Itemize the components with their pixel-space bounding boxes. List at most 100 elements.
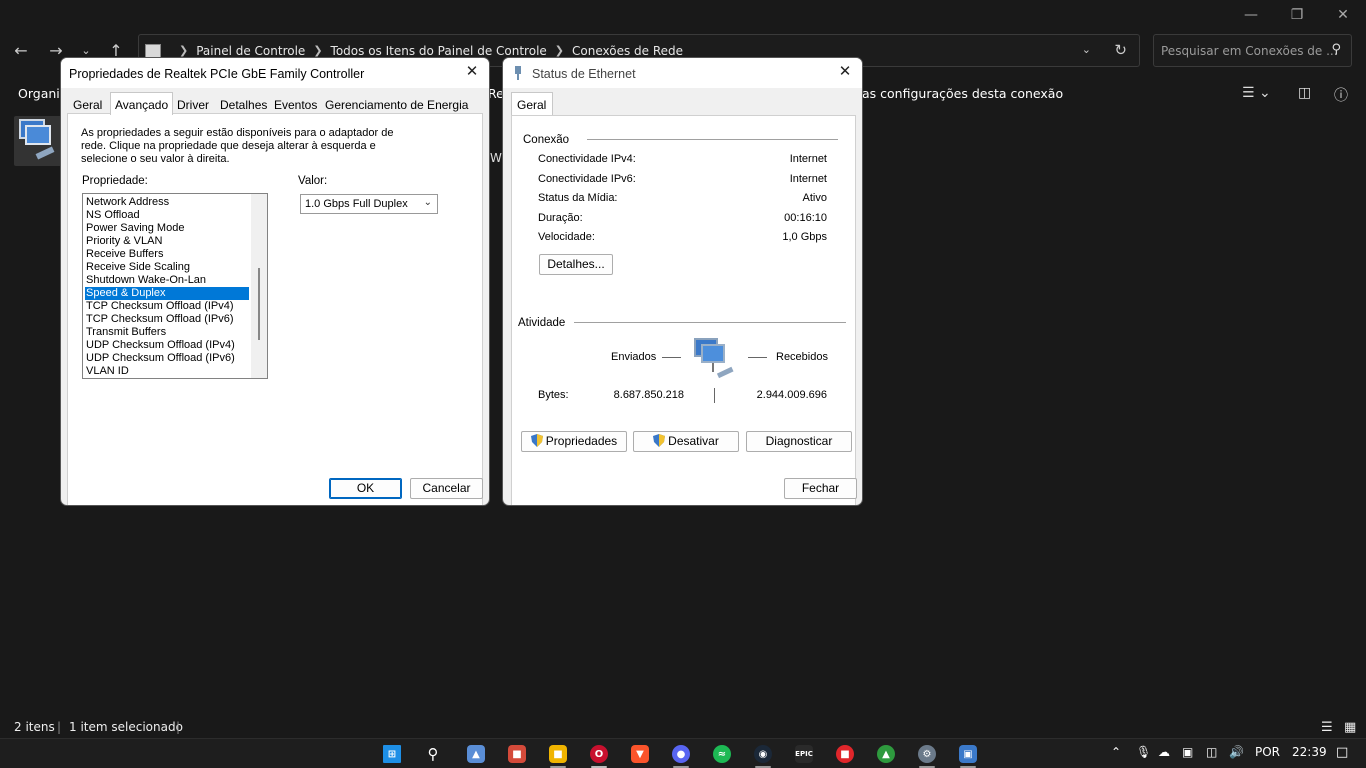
help-icon[interactable]: ⓘ xyxy=(1334,85,1348,105)
list-item[interactable]: Transmit Buffers xyxy=(85,326,249,339)
selection-count: 1 item selecionado xyxy=(69,720,183,734)
adapter-properties-dialog: Propriedades de Realtek PCIe GbE Family … xyxy=(60,57,490,506)
ok-button[interactable]: OK xyxy=(329,478,402,499)
tab-details[interactable]: Detalhes xyxy=(216,95,271,114)
steam-icon[interactable]: ◉ xyxy=(754,745,772,763)
media-status-value: Ativo xyxy=(802,192,827,204)
tab-driver[interactable]: Driver xyxy=(173,95,213,114)
search-input[interactable]: Pesquisar em Conexões de ... ⚲ xyxy=(1153,34,1352,67)
battery-icon[interactable]: ▣ xyxy=(1182,745,1193,759)
tray-overflow-chevron-icon[interactable]: ⌃ xyxy=(1111,745,1121,759)
properties-button-label: Propriedades xyxy=(545,434,618,448)
notification-icon[interactable]: □ xyxy=(1336,745,1348,760)
value-dropdown[interactable]: 1.0 Gbps Full Duplex ⌄ xyxy=(300,194,438,214)
tab-advanced[interactable]: Avançado xyxy=(110,92,174,115)
tab-events[interactable]: Eventos xyxy=(270,95,321,114)
green-app-icon[interactable]: ▲ xyxy=(877,745,895,763)
list-item[interactable]: Priority & VLAN xyxy=(85,235,249,248)
ethernet-plug-icon xyxy=(514,66,522,80)
details-button[interactable]: Detalhes... xyxy=(539,254,613,275)
description-text: As propriedades a seguir estão disponíve… xyxy=(81,127,394,165)
close-button[interactable]: Fechar xyxy=(784,478,857,499)
list-item[interactable]: Power Saving Mode xyxy=(85,222,249,235)
list-item[interactable]: TCP Checksum Offload (IPv6) xyxy=(85,313,249,326)
refresh-icon[interactable]: ↻ xyxy=(1114,41,1127,59)
connection-group-label: Conexão xyxy=(523,134,570,146)
cube-app-icon[interactable]: ■ xyxy=(508,745,526,763)
list-item[interactable]: TCP Checksum Offload (IPv4) xyxy=(85,300,249,313)
list-item[interactable]: Receive Side Scaling xyxy=(85,261,249,274)
list-item[interactable]: NS Offload xyxy=(85,209,249,222)
bytes-sent-value: 8.687.850.218 xyxy=(613,389,684,401)
file-explorer-icon[interactable]: ■ xyxy=(549,745,567,763)
shield-icon xyxy=(653,434,666,447)
ethernet-status-dialog: Status de Ethernet ✕ Geral Conexão Conec… xyxy=(502,57,863,506)
back-arrow-icon[interactable]: ← xyxy=(9,40,33,62)
tiles-view-icon[interactable]: ▦ xyxy=(1344,720,1356,735)
shield-icon xyxy=(530,434,543,447)
explorer-status-bar: 2 itens | 1 item selecionado | ☰ ▦ xyxy=(0,716,1366,738)
epic-games-icon[interactable]: EPIC xyxy=(795,745,813,763)
list-item-selected[interactable]: Speed & Duplex xyxy=(85,287,249,300)
language-indicator[interactable]: POR xyxy=(1255,745,1280,759)
tab-strip: Geral xyxy=(511,92,711,115)
breadcrumb-item[interactable]: Todos os Itens do Painel de Controle xyxy=(331,44,547,58)
network-connection-icon[interactable] xyxy=(14,116,62,166)
search-icon: ⚲ xyxy=(1331,42,1341,57)
list-item[interactable]: Shutdown Wake-On-Lan xyxy=(85,274,249,287)
properties-button[interactable]: Propriedades xyxy=(521,431,627,452)
bytes-divider xyxy=(714,388,715,403)
list-scrollbar[interactable] xyxy=(251,194,267,378)
onedrive-cloud-icon[interactable]: ☁ xyxy=(1158,745,1170,759)
network-icon[interactable]: ◫ xyxy=(1206,745,1217,759)
details-view-icon[interactable]: ☰ xyxy=(1321,720,1333,735)
control-panel-icon xyxy=(145,43,161,58)
volume-icon[interactable]: 🔊 xyxy=(1229,745,1244,759)
property-list[interactable]: Network Address NS Offload Power Saving … xyxy=(82,193,268,379)
brave-icon[interactable]: ▼ xyxy=(631,745,649,763)
dialog-title: Propriedades de Realtek PCIe GbE Family … xyxy=(61,58,489,88)
list-item[interactable]: Network Address xyxy=(85,196,249,209)
red-app-icon[interactable]: ■ xyxy=(836,745,854,763)
view-options-icon[interactable]: ☰ ⌄ xyxy=(1242,85,1271,101)
search-icon[interactable]: ⚲ xyxy=(424,745,442,763)
diagnose-button[interactable]: Diagnosticar xyxy=(746,431,852,452)
tab-general[interactable]: Geral xyxy=(511,92,553,115)
opera-icon[interactable]: O xyxy=(590,745,608,763)
control-panel-taskbar-icon[interactable]: ▣ xyxy=(959,745,977,763)
list-item[interactable]: UDP Checksum Offload (IPv6) xyxy=(85,352,249,365)
status-separator: | xyxy=(176,720,181,734)
breadcrumb-separator-icon: ❯ xyxy=(554,44,564,57)
photos-app-icon[interactable]: ▲ xyxy=(467,745,485,763)
address-dropdown-icon[interactable]: ⌄ xyxy=(1082,43,1091,56)
group-divider xyxy=(574,322,846,323)
scrollbar-thumb[interactable] xyxy=(258,268,260,340)
minimize-button[interactable]: — xyxy=(1228,0,1274,30)
clock[interactable]: 22:39 xyxy=(1292,745,1327,759)
list-item[interactable]: UDP Checksum Offload (IPv4) xyxy=(85,339,249,352)
breadcrumb-item[interactable]: Conexões de Rede xyxy=(572,44,683,58)
list-item[interactable]: Receive Buffers xyxy=(85,248,249,261)
close-icon[interactable]: ✕ xyxy=(834,62,856,82)
breadcrumb-item[interactable]: Painel de Controle xyxy=(196,44,305,58)
settings-gear-icon[interactable]: ⚙ xyxy=(918,745,936,763)
maximize-button[interactable]: ❐ xyxy=(1274,0,1320,30)
close-icon[interactable]: ✕ xyxy=(461,62,483,82)
disable-button[interactable]: Desativar xyxy=(633,431,739,452)
speed-label: Velocidade: xyxy=(538,231,595,243)
close-window-button[interactable]: ✕ xyxy=(1320,0,1366,30)
tab-power-management[interactable]: Gerenciamento de Energia xyxy=(321,95,472,114)
change-settings-command[interactable]: as configurações desta conexão xyxy=(862,86,1063,101)
microphone-icon[interactable]: 🎙 xyxy=(1136,745,1151,759)
bytes-label: Bytes: xyxy=(538,389,569,401)
sent-line xyxy=(662,357,681,358)
discord-icon[interactable]: ● xyxy=(672,745,690,763)
spotify-icon[interactable]: ≈ xyxy=(713,745,731,763)
list-item[interactable]: VLAN ID xyxy=(85,365,249,378)
value-selected: 1.0 Gbps Full Duplex xyxy=(305,198,408,210)
duration-value: 00:16:10 xyxy=(784,212,827,224)
preview-pane-icon[interactable]: ◫ xyxy=(1298,85,1311,101)
tab-general[interactable]: Geral xyxy=(69,95,106,114)
cancel-button[interactable]: Cancelar xyxy=(410,478,483,499)
start-windows-icon[interactable]: ⊞ xyxy=(383,745,401,763)
